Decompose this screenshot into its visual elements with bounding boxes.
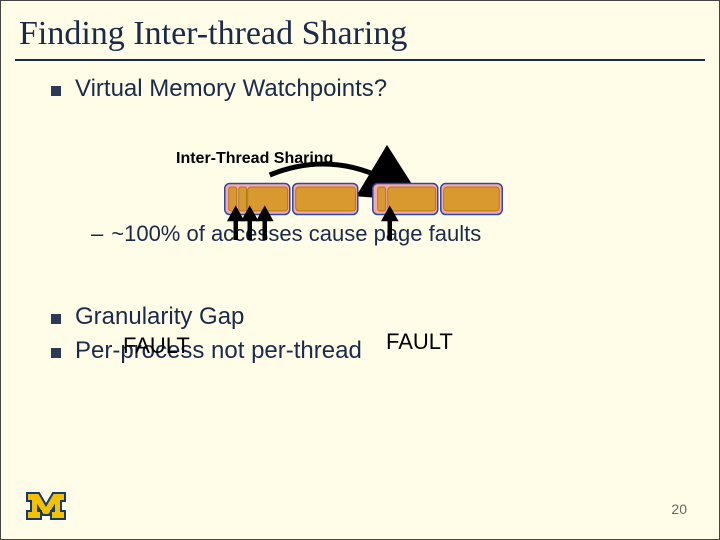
mem-block [378, 187, 386, 211]
bullet-1-text: Virtual Memory Watchpoints? [75, 75, 387, 103]
bullet-2-text: Granularity Gap [75, 303, 244, 331]
mem-block [248, 187, 288, 211]
page-number: 20 [671, 501, 687, 517]
bullet-1: Virtual Memory Watchpoints? [51, 75, 679, 103]
bullet-2: Granularity Gap [51, 303, 679, 331]
bullet-3-text: Per-process not per-thread [75, 337, 362, 365]
mem-block [444, 187, 500, 211]
mem-block [239, 187, 247, 211]
label-fault-1: FAULT [123, 333, 190, 359]
mem-block [296, 187, 356, 211]
memory-diagram [86, 176, 641, 256]
square-bullet-icon [51, 86, 61, 96]
label-fault-2: FAULT [386, 329, 453, 355]
square-bullet-icon [51, 314, 61, 324]
mem-block [388, 187, 436, 211]
umich-logo-icon [25, 491, 67, 521]
square-bullet-icon [51, 348, 61, 358]
slide-title: Finding Inter-thread Sharing [1, 1, 719, 59]
